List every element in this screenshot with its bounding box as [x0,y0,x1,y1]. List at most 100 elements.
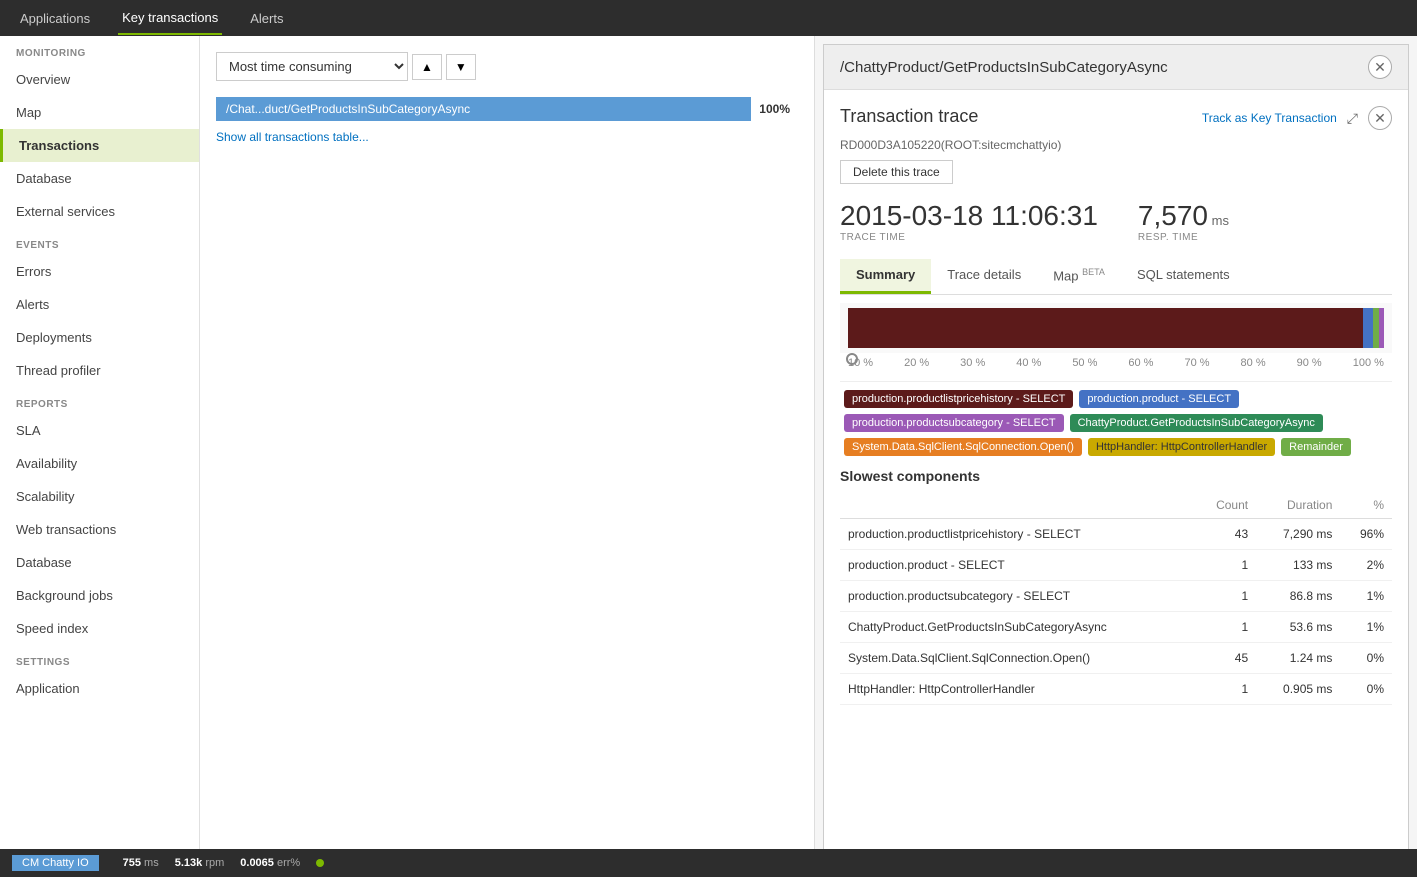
status-bar: CM Chatty IO 755 ms 5.13k rpm 0.0065 err… [0,849,1417,877]
row-4-duration: 1.24 ms [1256,643,1340,674]
chart-segment-blue [1363,308,1374,348]
metric-2-value: 0.0065 [240,857,274,869]
status-app-name[interactable]: CM Chatty IO [12,855,99,871]
table-row: production.productsubcategory - SELECT 1… [840,581,1392,612]
trace-stats: 2015-03-18 11:06:31 TRACE TIME 7,570 ms … [840,200,1392,243]
row-5-name: HttpHandler: HttpControllerHandler [840,674,1194,705]
sidebar-item-application[interactable]: Application [0,672,199,705]
sidebar-item-scalability[interactable]: Scalability [0,480,199,513]
tab-summary[interactable]: Summary [840,259,931,294]
resp-time-unit: ms [1212,213,1229,228]
sidebar-item-external-services[interactable]: External services [0,195,199,228]
sidebar-item-map[interactable]: Map [0,96,199,129]
transaction-bar-label[interactable]: /Chat...duct/GetProductsInSubCategoryAsy… [216,97,751,121]
sidebar-item-database[interactable]: Database [0,162,199,195]
row-2-pct: 1% [1340,581,1392,612]
row-3-count: 1 [1194,612,1256,643]
row-0-count: 43 [1194,519,1256,550]
trace-header-title: /ChattyProduct/GetProductsInSubCategoryA… [840,59,1168,76]
axis-80: 80 % [1241,357,1266,369]
tabs-row: Summary Trace details Map BETA SQL state… [840,259,1392,295]
legend-remainder: Remainder [1281,438,1351,456]
row-0-name: production.productlistpricehistory - SEL… [840,519,1194,550]
table-header-row: Count Duration % [840,492,1392,519]
sidebar-item-background-jobs[interactable]: Background jobs [0,579,199,612]
table-row: production.product - SELECT 1 133 ms 2% [840,550,1392,581]
resp-time-stat: 7,570 ms RESP. TIME [1138,200,1229,243]
sidebar-item-transactions[interactable]: Transactions [0,129,199,162]
table-row: ChattyProduct.GetProductsInSubCategoryAs… [840,612,1392,643]
trace-id: RD000D3A105220(ROOT:sitecmchattyio) [840,138,1392,152]
sidebar: MONITORING Overview Map Transactions Dat… [0,36,200,877]
delete-trace-btn[interactable]: Delete this trace [840,160,953,184]
row-1-duration: 133 ms [1256,550,1340,581]
time-consuming-dropdown[interactable]: Most time consuming Slowest average resp… [216,52,408,81]
sidebar-item-deployments[interactable]: Deployments [0,321,199,354]
axis-70: 70 % [1184,357,1209,369]
row-4-count: 45 [1194,643,1256,674]
axis-40: 40 % [1016,357,1041,369]
chart-segment-purple [1379,308,1384,348]
row-0-pct: 96% [1340,519,1392,550]
trace-panel: /ChattyProduct/GetProductsInSubCategoryA… [823,44,1409,869]
nav-alerts[interactable]: Alerts [246,3,287,34]
row-2-count: 1 [1194,581,1256,612]
status-metric-1: 5.13k rpm [175,857,225,869]
legend-httphandler: HttpHandler: HttpControllerHandler [1088,438,1275,456]
row-0-duration: 7,290 ms [1256,519,1340,550]
legend-row: production.productlistpricehistory - SEL… [840,390,1392,456]
chart-axis: 10 % 20 % 30 % 40 % 50 % 60 % 70 % 80 % … [840,357,1392,369]
dropdown-down-btn[interactable]: ▼ [446,54,476,80]
axis-20: 20 % [904,357,929,369]
sidebar-item-alerts[interactable]: Alerts [0,288,199,321]
trace-panel-close-btn[interactable]: ✕ [1368,55,1392,79]
axis-30: 30 % [960,357,985,369]
axis-100: 100 % [1353,357,1384,369]
status-metric-0: 755 ms [123,857,159,869]
track-key-transaction-btn[interactable]: Track as Key Transaction [1202,111,1337,125]
nav-key-transactions[interactable]: Key transactions [118,2,222,35]
metric-1-value: 5.13k [175,857,203,869]
metric-0-unit: ms [144,857,159,869]
settings-label: SETTINGS [0,645,199,672]
transaction-list-panel: Most time consuming Slowest average resp… [200,36,815,877]
sidebar-item-speed-index[interactable]: Speed index [0,612,199,645]
row-1-count: 1 [1194,550,1256,581]
sidebar-item-availability[interactable]: Availability [0,447,199,480]
slowest-title: Slowest components [840,468,1392,484]
col-count: Count [1194,492,1256,519]
slowest-components-table: Count Duration % production.productlistp… [840,492,1392,705]
trace-close-btn[interactable]: ✕ [1368,106,1392,130]
tab-sql-statements[interactable]: SQL statements [1121,259,1246,294]
trace-title-row: Transaction trace Track as Key Transacti… [840,106,1392,130]
show-all-transactions-link[interactable]: Show all transactions table... [216,130,369,144]
app-layout: MONITORING Overview Map Transactions Dat… [0,36,1417,877]
dropdown-up-btn[interactable]: ▲ [412,54,442,80]
trace-header-bar: /ChattyProduct/GetProductsInSubCategoryA… [824,45,1408,90]
sidebar-item-web-transactions[interactable]: Web transactions [0,513,199,546]
row-4-pct: 0% [1340,643,1392,674]
sidebar-item-database-report[interactable]: Database [0,546,199,579]
legend-productsubcategory: production.productsubcategory - SELECT [844,414,1064,432]
nav-applications[interactable]: Applications [16,3,94,34]
transaction-bar-pct: 100% [751,97,798,121]
status-health-indicator [316,859,324,867]
monitoring-label: MONITORING [0,36,199,63]
reports-label: REPORTS [0,387,199,414]
legend-productlistpricehistory: production.productlistpricehistory - SEL… [844,390,1073,408]
tab-trace-details[interactable]: Trace details [931,259,1037,294]
row-3-duration: 53.6 ms [1256,612,1340,643]
top-nav: Applications Key transactions Alerts [0,0,1417,36]
tab-map[interactable]: Map BETA [1037,259,1121,294]
sidebar-item-overview[interactable]: Overview [0,63,199,96]
row-3-pct: 1% [1340,612,1392,643]
expand-icon[interactable]: ⤢ [1347,110,1358,127]
trace-body: Transaction trace Track as Key Transacti… [824,90,1408,721]
tab-map-beta: BETA [1082,267,1105,277]
row-2-name: production.productsubcategory - SELECT [840,581,1194,612]
sidebar-item-errors[interactable]: Errors [0,255,199,288]
row-2-duration: 86.8 ms [1256,581,1340,612]
col-component [840,492,1194,519]
sidebar-item-sla[interactable]: SLA [0,414,199,447]
sidebar-item-thread-profiler[interactable]: Thread profiler [0,354,199,387]
